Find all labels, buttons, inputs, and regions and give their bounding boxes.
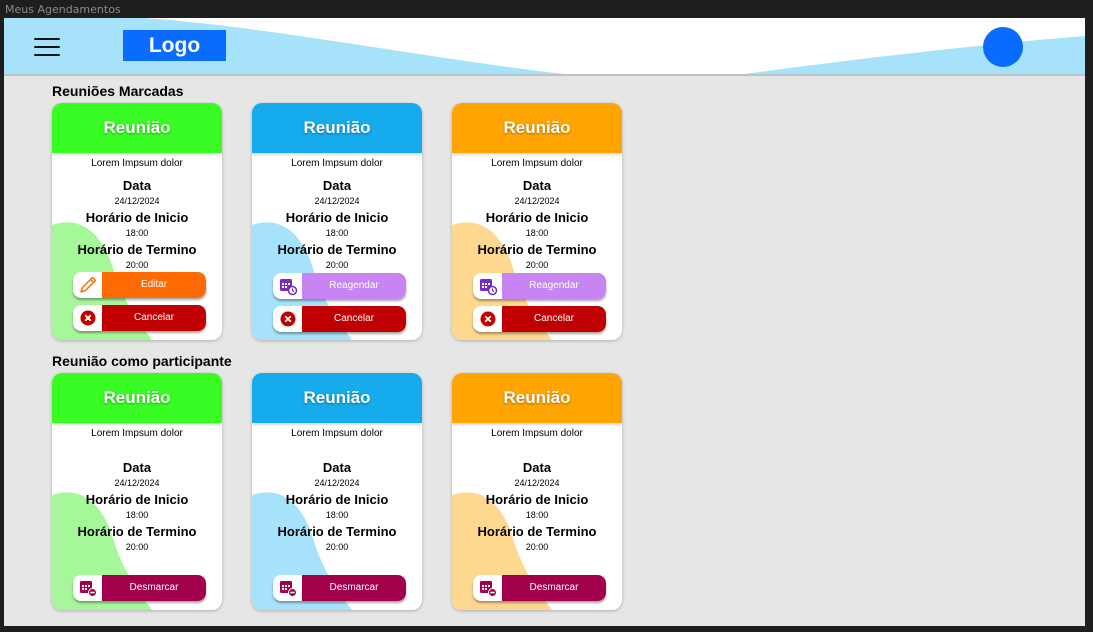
start-time-label: Horário de Inicio [85, 492, 189, 507]
reschedule-button[interactable]: Reagendar [473, 273, 606, 299]
date-value: 24/12/2024 [314, 196, 360, 206]
calendar-remove-icon [273, 575, 302, 601]
card-description: Lorem Impsum dolor [291, 158, 383, 169]
start-time-value: 18:00 [125, 228, 149, 238]
end-time-value: 20:00 [325, 260, 349, 270]
card-description: Lorem Impsum dolor [491, 428, 583, 439]
end-time-value: 20:00 [525, 260, 549, 270]
date-value: 24/12/2024 [514, 478, 560, 488]
end-time-label: Horário de Termino [477, 242, 597, 257]
calendar-remove-icon [73, 575, 102, 601]
meeting-card: Reunião Lorem Impsum dolor Data 24/12/20… [52, 103, 222, 340]
start-time-label: Horário de Inicio [485, 210, 589, 225]
card-title: Reunião [52, 103, 222, 153]
start-time-value: 18:00 [325, 510, 349, 520]
date-label: Data [122, 460, 152, 475]
start-time-value: 18:00 [125, 510, 149, 520]
reschedule-button[interactable]: Reagendar [273, 273, 406, 299]
end-time-label: Horário de Termino [77, 524, 197, 539]
cancel-button-label: Cancelar [102, 305, 206, 331]
close-circle-icon [273, 306, 302, 332]
close-circle-icon [473, 306, 502, 332]
pencil-icon [73, 272, 102, 298]
cancel-button[interactable]: Cancelar [73, 305, 206, 331]
app-frame: Logo Reuniões Marcadas Reunião Lorem Imp… [4, 18, 1085, 626]
start-time-label: Horário de Inicio [485, 492, 589, 507]
end-time-value: 20:00 [525, 542, 549, 552]
card-title: Reunião [52, 373, 222, 423]
card-title: Reunião [452, 373, 622, 423]
start-time-value: 18:00 [325, 228, 349, 238]
unschedule-button[interactable]: Desmarcar [273, 575, 406, 601]
card-description: Lorem Impsum dolor [91, 428, 183, 439]
meeting-card: Reunião Lorem Impsum dolor Data 24/12/20… [252, 373, 422, 610]
date-label: Data [522, 178, 552, 193]
edit-button-label: Editar [102, 272, 206, 298]
calendar-remove-icon [473, 575, 502, 601]
section-title-participante: Reunião como participante [52, 353, 232, 369]
close-circle-icon [73, 305, 102, 331]
section-title-marcadas: Reuniões Marcadas [52, 83, 184, 99]
unschedule-button-label: Desmarcar [102, 575, 206, 601]
end-time-label: Horário de Termino [277, 242, 397, 257]
date-label: Data [322, 178, 352, 193]
reschedule-button-label: Reagendar [302, 273, 406, 299]
date-value: 24/12/2024 [114, 478, 160, 488]
card-description: Lorem Impsum dolor [291, 428, 383, 439]
start-time-label: Horário de Inicio [85, 210, 189, 225]
unschedule-button-label: Desmarcar [502, 575, 606, 601]
end-time-label: Horário de Termino [77, 242, 197, 257]
cancel-button-label: Cancelar [302, 306, 406, 332]
meeting-card: Reunião Lorem Impsum dolor Data 24/12/20… [452, 373, 622, 610]
window-title: Meus Agendamentos [5, 3, 121, 16]
end-time-label: Horário de Termino [277, 524, 397, 539]
meeting-card: Reunião Lorem Impsum dolor Data 24/12/20… [52, 373, 222, 610]
date-label: Data [522, 460, 552, 475]
card-title: Reunião [252, 373, 422, 423]
start-time-value: 18:00 [525, 510, 549, 520]
start-time-value: 18:00 [525, 228, 549, 238]
card-title: Reunião [452, 103, 622, 153]
end-time-value: 20:00 [325, 542, 349, 552]
cancel-button[interactable]: Cancelar [273, 306, 406, 332]
calendar-clock-icon [473, 273, 502, 299]
end-time-label: Horário de Termino [477, 524, 597, 539]
cancel-button-label: Cancelar [502, 306, 606, 332]
end-time-value: 20:00 [125, 542, 149, 552]
menu-icon[interactable] [34, 38, 60, 56]
edit-button[interactable]: Editar [73, 272, 206, 298]
date-label: Data [122, 178, 152, 193]
date-value: 24/12/2024 [514, 196, 560, 206]
date-value: 24/12/2024 [114, 196, 160, 206]
start-time-label: Horário de Inicio [285, 492, 389, 507]
date-value: 24/12/2024 [314, 478, 360, 488]
meeting-card: Reunião Lorem Impsum dolor Data 24/12/20… [452, 103, 622, 340]
card-description: Lorem Impsum dolor [91, 158, 183, 169]
start-time-label: Horário de Inicio [285, 210, 389, 225]
calendar-clock-icon [273, 273, 302, 299]
card-title: Reunião [252, 103, 422, 153]
unschedule-button[interactable]: Desmarcar [473, 575, 606, 601]
unschedule-button[interactable]: Desmarcar [73, 575, 206, 601]
date-label: Data [322, 460, 352, 475]
cancel-button[interactable]: Cancelar [473, 306, 606, 332]
meeting-card: Reunião Lorem Impsum dolor Data 24/12/20… [252, 103, 422, 340]
logo[interactable]: Logo [123, 30, 226, 61]
end-time-value: 20:00 [125, 260, 149, 270]
unschedule-button-label: Desmarcar [302, 575, 406, 601]
avatar[interactable] [983, 27, 1023, 67]
card-description: Lorem Impsum dolor [491, 158, 583, 169]
reschedule-button-label: Reagendar [502, 273, 606, 299]
top-header: Logo [4, 18, 1085, 76]
